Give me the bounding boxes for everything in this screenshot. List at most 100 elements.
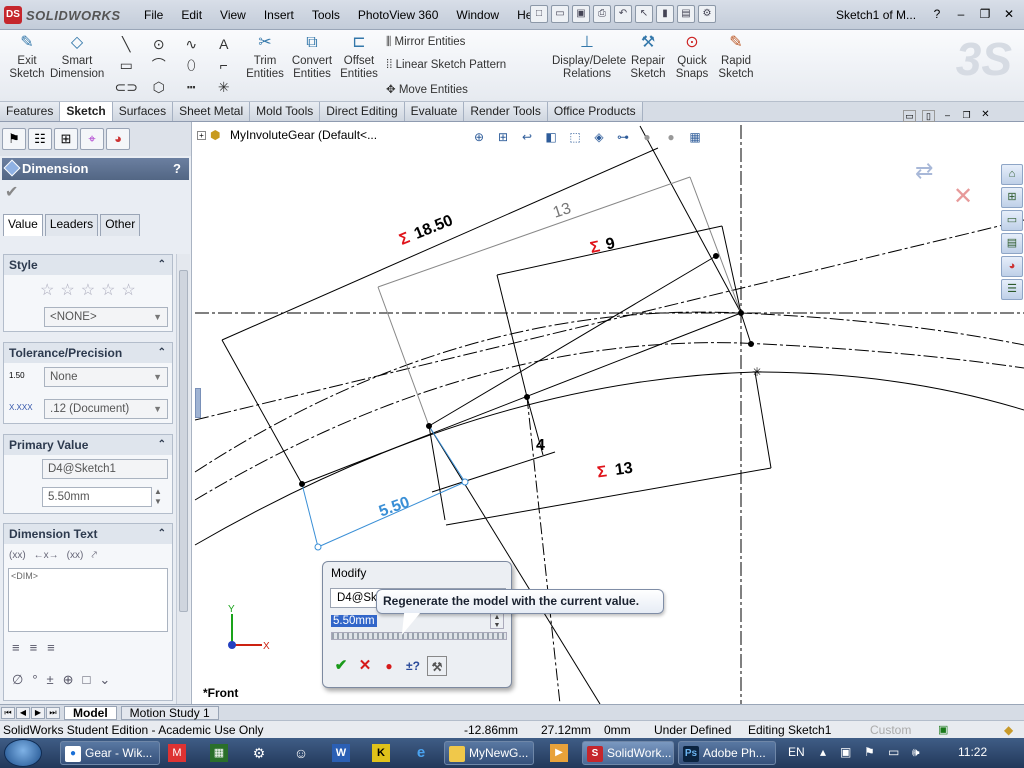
cancel-corner-icon[interactable]: ✕ <box>953 182 973 211</box>
feature-manager-icon[interactable]: ⚑ <box>2 128 26 150</box>
subtab-value[interactable]: Value <box>3 214 43 236</box>
minimize-icon[interactable]: – <box>952 6 970 22</box>
design-library-icon[interactable]: ⊞ <box>1001 187 1023 208</box>
zoom-area-icon[interactable]: ⊞ <box>493 128 513 146</box>
gfx-restore-icon[interactable]: ❐ <box>960 110 973 122</box>
trim-entities-button[interactable]: ✂ Trim Entities <box>244 33 286 81</box>
task-solidworks[interactable]: S SolidWork... <box>582 741 674 765</box>
subtab-leaders[interactable]: Leaders <box>44 214 99 236</box>
restore-icon[interactable]: ❐ <box>976 6 994 22</box>
style-buttons[interactable]: ☆☆☆☆☆ <box>40 280 142 300</box>
gmail-icon[interactable]: M <box>168 744 186 762</box>
precision-select[interactable]: .12 (Document) ▼ <box>44 399 168 419</box>
repair-sketch-button[interactable]: ⚒ Repair Sketch <box>628 33 668 81</box>
pm-scrollbar[interactable] <box>176 254 190 704</box>
view-orientation-icon[interactable]: ⬚ <box>565 128 585 146</box>
subtab-other[interactable]: Other <box>100 214 141 236</box>
modify-thumbwheel[interactable] <box>331 632 507 640</box>
collapse-icon[interactable]: ⌃ <box>158 343 166 363</box>
expand-icon[interactable]: + <box>197 130 206 140</box>
print-icon[interactable]: ⎙ <box>593 5 611 23</box>
custom-properties-icon[interactable]: ☰ <box>1001 279 1023 300</box>
open-icon[interactable]: ▭ <box>551 5 569 23</box>
dim-18-50-label[interactable]: 18.50 <box>412 212 456 243</box>
edit-appearance-icon[interactable]: ● <box>637 128 657 146</box>
panel-collapse-handle[interactable] <box>195 388 201 418</box>
tab-surfaces[interactable]: Surfaces <box>112 102 174 121</box>
menu-file[interactable]: File <box>135 8 172 22</box>
rebuild-icon[interactable]: ● <box>379 656 399 676</box>
rectangle-icon[interactable]: ▭ <box>110 55 143 76</box>
language-indicator[interactable]: EN <box>788 745 805 759</box>
volume-icon[interactable]: 🕪 <box>912 745 920 760</box>
spline-icon[interactable]: ∿ <box>175 34 208 55</box>
inspection-button[interactable]: (xx) <box>67 550 84 561</box>
dim-13-label[interactable]: 13 <box>551 200 573 222</box>
collapse-icon[interactable]: ⌃ <box>158 255 166 275</box>
tray-arrow-icon[interactable]: ▴ <box>820 745 826 759</box>
rapid-sketch-button[interactable]: ✎ Rapid Sketch <box>716 33 756 81</box>
confirmation-corner-icon[interactable]: ⇄ <box>915 158 933 184</box>
centerline-icon[interactable]: ┅ <box>175 77 208 98</box>
first-tab-icon[interactable]: ⏮ <box>1 706 15 719</box>
dim-5-50-label[interactable]: 5.50 <box>377 494 412 521</box>
menu-edit[interactable]: Edit <box>172 8 211 22</box>
settings-icon[interactable]: ⚙ <box>250 744 268 762</box>
start-button-icon[interactable] <box>4 739 42 767</box>
display-style-icon[interactable]: ◈ <box>589 128 609 146</box>
file-explorer-icon[interactable]: ▭ <box>1001 210 1023 231</box>
style-select[interactable]: <NONE> ▼ <box>44 307 168 327</box>
menu-photoview[interactable]: PhotoView 360 <box>349 8 448 22</box>
tab-mold-tools[interactable]: Mold Tools <box>250 102 321 121</box>
media-player-icon[interactable]: ▶ <box>550 744 568 762</box>
cancel-icon[interactable]: ✕ <box>355 656 375 676</box>
task-photoshop[interactable]: Ps Adobe Ph... <box>678 741 776 765</box>
network-icon[interactable]: ▣ <box>840 745 851 759</box>
help-icon[interactable]: ? <box>928 6 946 22</box>
solidworks-logo[interactable]: DS SOLIDWORKS <box>4 5 121 25</box>
clock[interactable]: 11:22 <box>958 745 987 759</box>
gfx-close-icon[interactable]: ✕ <box>979 110 992 122</box>
convert-entities-button[interactable]: ⧉ Convert Entities <box>288 33 336 81</box>
fillet-icon[interactable]: ⌐ <box>208 55 241 76</box>
text-icon[interactable]: A <box>208 34 241 55</box>
scenes-icon[interactable]: ● <box>661 128 681 146</box>
view-settings-icon[interactable]: ▦ <box>685 128 705 146</box>
select-icon[interactable]: ↖ <box>635 5 653 23</box>
offset-entities-button[interactable]: ⊏ Offset Entities <box>338 33 380 81</box>
reverse-sense-icon[interactable]: ±? <box>403 656 423 676</box>
dimension-name-field[interactable]: D4@Sketch1 <box>42 459 168 479</box>
home-icon[interactable]: ⌂ <box>1001 164 1023 185</box>
modify-spinner[interactable]: ▲ ▼ <box>490 613 504 629</box>
move-entities-button[interactable]: ✥ Move Entities <box>386 82 468 96</box>
previous-view-icon[interactable]: ↩ <box>517 128 537 146</box>
tile2-icon[interactable]: ▯ <box>922 110 935 122</box>
task-mynewgear[interactable]: MyNewG... <box>444 741 534 765</box>
menu-insert[interactable]: Insert <box>255 8 303 22</box>
hide-show-icon[interactable]: ⊶ <box>613 128 633 146</box>
word-icon[interactable]: W <box>332 744 350 762</box>
quick-snaps-button[interactable]: ⊙ Quick Snaps <box>672 33 712 81</box>
configuration-manager-icon[interactable]: ⊞ <box>54 128 78 150</box>
monitor-icon[interactable]: ▭ <box>888 745 899 759</box>
avatar-icon[interactable]: ☺ <box>292 744 310 762</box>
parentheses-button[interactable]: (xx) <box>9 550 26 561</box>
mirror-entities-button[interactable]: ⫼ Mirror Entities <box>386 36 465 49</box>
mark-for-drawing-icon[interactable]: ⚒ <box>427 656 447 676</box>
arc-icon[interactable]: ⌒ <box>143 55 176 76</box>
slot-icon[interactable]: ⊂⊃ <box>110 77 143 98</box>
tab-sketch[interactable]: Sketch <box>60 102 113 121</box>
exit-sketch-button[interactable]: ✎ Exit Sketch <box>6 33 48 81</box>
ok-icon[interactable]: ✔ <box>331 656 351 676</box>
flag-icon[interactable]: ⚑ <box>864 745 875 759</box>
display-delete-relations-button[interactable]: ⊥ Display/Delete Relations <box>552 33 626 81</box>
menu-tools[interactable]: Tools <box>303 8 349 22</box>
dimension-value-field[interactable]: 5.50mm <box>42 487 152 507</box>
tab-evaluate[interactable]: Evaluate <box>404 102 465 121</box>
tab-sheet-metal[interactable]: Sheet Metal <box>173 102 251 121</box>
polygon-icon[interactable]: ⬡ <box>143 77 176 98</box>
dim-13b-label[interactable]: 13 <box>614 460 634 479</box>
section-view-icon[interactable]: ◧ <box>541 128 561 146</box>
dim-4-label[interactable]: 4 <box>536 437 545 454</box>
appearances-icon[interactable]: ◕ <box>1001 256 1023 277</box>
